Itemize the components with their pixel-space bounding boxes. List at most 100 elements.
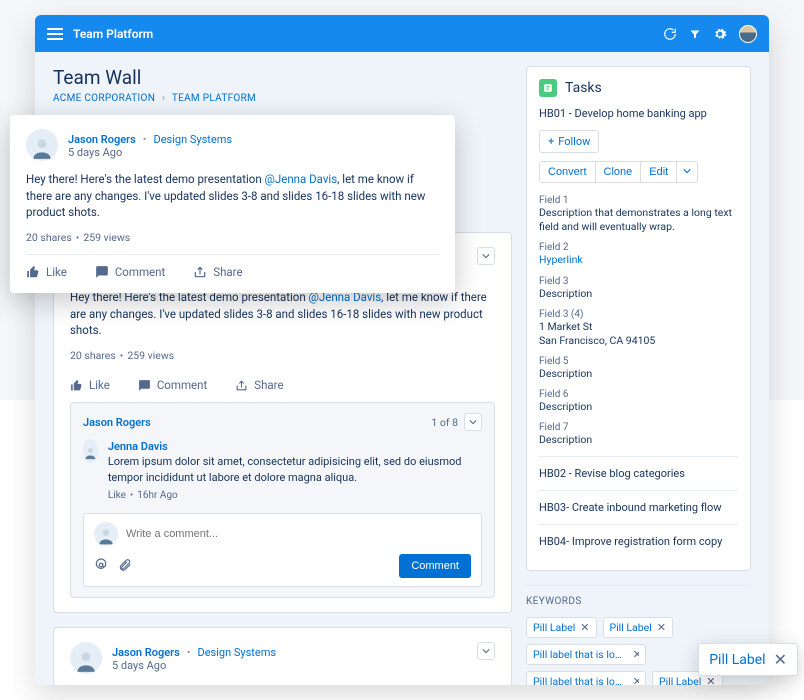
field-label: Field 6 [539, 389, 738, 400]
keywords-label: KEYWORDS [526, 585, 751, 607]
breadcrumb-item[interactable]: TEAM PLATFORM [172, 93, 256, 104]
pill[interactable]: Pill Label ✕ [603, 617, 674, 638]
field-value: 1 Market StSan Francisco, CA 94105 [539, 320, 738, 348]
field-label: Field 7 [539, 422, 738, 433]
comment-input[interactable] [126, 528, 471, 540]
post-stats: 20 shares•259 views [70, 349, 495, 362]
comment-time: 16hr Ago [137, 490, 177, 501]
pill-label: Pill Label [610, 621, 652, 634]
close-icon[interactable]: ✕ [706, 675, 715, 685]
comments-author[interactable]: Jason Rogers [83, 416, 151, 429]
pill-label: Pill Label [533, 621, 575, 634]
feed-post-highlighted: Jason Rogers • Design Systems 5 days Ago… [10, 115, 455, 293]
tasks-icon [539, 79, 557, 97]
pill[interactable]: Pill label that is longer than th ✕ [526, 644, 646, 665]
comments-section: Jason Rogers 1 of 8 Jenna Davis Lorem ip… [70, 402, 495, 598]
post-menu-button[interactable] [477, 247, 495, 265]
plus-icon: + [548, 135, 554, 148]
pill[interactable]: Pill Label ✕ [526, 617, 597, 638]
field-value: Description [539, 287, 738, 301]
comment-like-button[interactable]: Like [108, 490, 126, 501]
field-value: Description [539, 433, 738, 447]
comments-menu-button[interactable] [464, 413, 482, 431]
close-icon[interactable]: ✕ [633, 675, 639, 685]
field-label: Field 1 [539, 195, 738, 206]
close-icon[interactable]: ✕ [580, 621, 589, 634]
field-value: Description [539, 400, 738, 414]
post-author[interactable]: Jason Rogers [112, 646, 180, 659]
task-field: Field 3Description [539, 276, 738, 301]
mention[interactable]: @Jenna Davis [265, 172, 338, 186]
close-icon[interactable]: ✕ [774, 650, 787, 669]
avatar [94, 522, 118, 546]
comments-pagination: 1 of 8 [431, 416, 458, 429]
field-value: Description that demonstrates a long tex… [539, 206, 738, 234]
field-value[interactable]: Hyperlink [539, 253, 738, 267]
comment-compose: Comment [83, 513, 482, 587]
breadcrumb-item[interactable]: ACME CORPORATION [53, 93, 155, 104]
gear-icon[interactable] [713, 27, 727, 41]
close-icon[interactable]: ✕ [633, 648, 639, 661]
brand: Team Platform [73, 27, 663, 41]
pill-highlighted[interactable]: Pill Label ✕ [698, 643, 798, 676]
edit-button[interactable]: Edit [640, 161, 676, 183]
post-body: Hey there! Here's the latest demo presen… [70, 684, 495, 685]
share-button[interactable]: Share [193, 265, 242, 279]
post-author[interactable]: Jason Rogers [68, 133, 136, 146]
comment-text: Lorem ipsum dolor sit amet, consectetur … [108, 454, 482, 485]
pill-label: Pill label that is longer than th [533, 675, 628, 685]
comment-author[interactable]: Jenna Davis [108, 439, 482, 454]
topbar: Team Platform [35, 15, 769, 52]
task-item[interactable]: HB03- Create inbound marketing flow [539, 490, 738, 524]
page-title: Team Wall [53, 66, 512, 89]
breadcrumb: ACME CORPORATION › TEAM PLATFORM [53, 93, 512, 104]
mention-icon[interactable] [94, 558, 108, 575]
field-value: Description [539, 367, 738, 381]
share-button[interactable]: Share [235, 378, 283, 392]
like-button[interactable]: Like [26, 265, 67, 279]
avatar [83, 439, 98, 463]
task-field: Field 2Hyperlink [539, 242, 738, 267]
post-body: Hey there! Here's the latest demo presen… [70, 289, 495, 339]
tasks-panel: Tasks HB01 - Develop home banking app + … [526, 66, 751, 571]
field-label: Field 5 [539, 356, 738, 367]
pill-label: Pill label that is longer than th [533, 648, 628, 661]
task-field: Field 7Description [539, 422, 738, 447]
field-label: Field 3 (4) [539, 309, 738, 320]
post-stats: 20 shares•259 views [26, 231, 439, 244]
comment-submit-button[interactable]: Comment [399, 554, 471, 578]
task-item[interactable]: HB02 - Revise blog categories [539, 456, 738, 490]
close-icon[interactable]: ✕ [657, 621, 666, 634]
post-body: Hey there! Here's the latest demo presen… [26, 171, 439, 221]
follow-button[interactable]: + Follow [539, 130, 599, 153]
comment-button[interactable]: Comment [95, 265, 165, 279]
menu-icon[interactable] [47, 28, 63, 40]
task-field: Field 6Description [539, 389, 738, 414]
avatar [26, 129, 58, 161]
avatar [70, 642, 102, 674]
post-team[interactable]: Design Systems [154, 133, 233, 146]
task-field: Field 3 (4)1 Market StSan Francisco, CA … [539, 309, 738, 348]
task-item[interactable]: HB04- Improve registration form copy [539, 524, 738, 558]
more-actions-button[interactable] [676, 161, 698, 183]
refresh-icon[interactable] [663, 27, 677, 41]
field-label: Field 3 [539, 276, 738, 287]
clone-button[interactable]: Clone [595, 161, 641, 183]
filter-icon[interactable] [689, 28, 701, 40]
convert-button[interactable]: Convert [539, 161, 595, 183]
avatar[interactable] [739, 25, 757, 43]
like-button[interactable]: Like [70, 378, 110, 392]
pill[interactable]: Pill label that is longer than th ✕ [526, 671, 646, 685]
post-team[interactable]: Design Systems [198, 646, 277, 659]
comment-button[interactable]: Comment [138, 378, 207, 392]
pill-label: Pill Label [659, 675, 701, 685]
task-field: Field 1Description that demonstrates a l… [539, 195, 738, 234]
post-menu-button[interactable] [477, 642, 495, 660]
tasks-title: Tasks [565, 80, 602, 96]
field-label: Field 2 [539, 242, 738, 253]
feed-post: Jason Rogers • Design Systems 5 days Ago… [53, 627, 512, 685]
post-time: 5 days Ago [112, 659, 276, 672]
task-field: Field 5Description [539, 356, 738, 381]
attachment-icon[interactable] [118, 558, 132, 575]
post-time: 5 days Ago [68, 146, 232, 159]
